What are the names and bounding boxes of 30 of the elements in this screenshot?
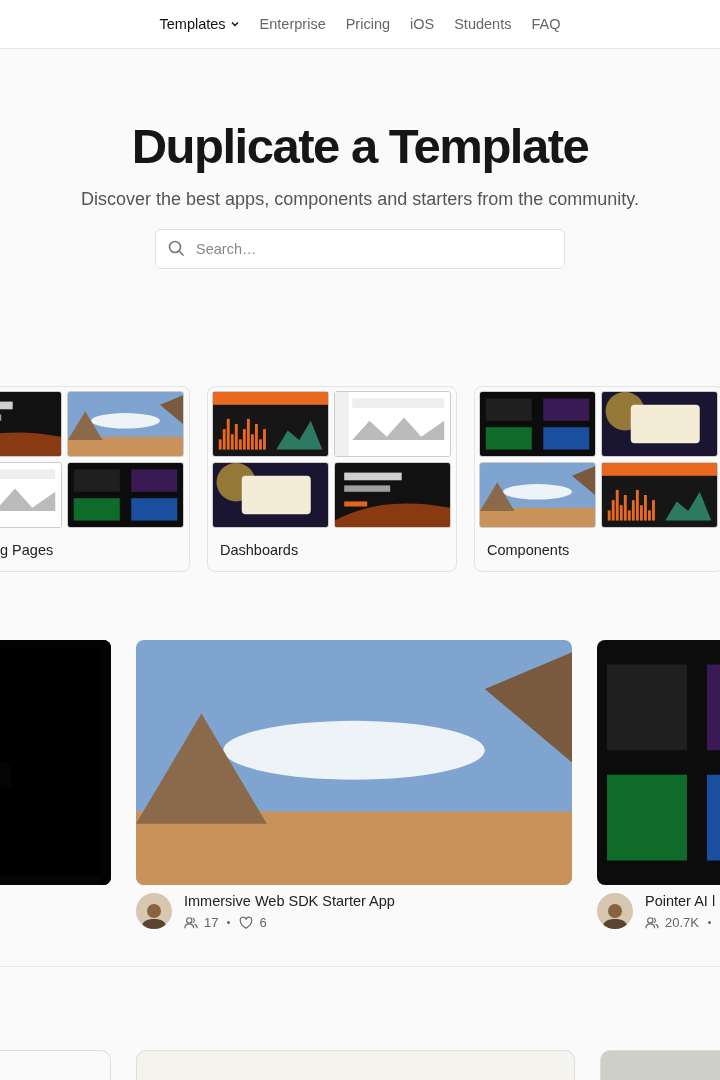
category-label: Dashboards [219,541,300,558]
category-card[interactable]: Dashboards [207,386,457,572]
nav-link[interactable]: FAQ [531,16,561,32]
separator-dot [227,921,231,924]
page-title: Duplicate a Template [131,118,589,175]
category-card[interactable]: g Pages [0,386,190,572]
heart-icon [239,915,254,930]
template-title[interactable]: Pointer AI l [645,893,716,909]
category-label: Components [486,541,571,558]
template-card[interactable]: Pointer AI l 20.7K [597,640,720,930]
category-label: g Pages [0,541,55,558]
nav-link[interactable]: Pricing [345,16,391,32]
nav-link[interactable]: iOS [410,16,435,32]
template-title[interactable]: Immersive Web SDK Starter App [184,893,395,909]
template-card[interactable]: Immersive Web SDK Starter App 17 6 [136,640,572,930]
user-count: 20.7K [665,915,699,930]
nav-link[interactable]: Enterprise [259,16,326,32]
user-count: 17 [204,915,219,930]
nav-link[interactable]: Students [454,16,512,32]
users-icon [184,915,198,930]
avatar [597,893,633,929]
separator-dot [708,921,711,924]
page-subtitle: Discover the best apps, components and starters from the community. [81,189,639,210]
like-count: 6 [259,915,267,930]
category-card[interactable]: Components [474,386,720,572]
avatar [136,893,172,929]
users-icon [645,915,659,930]
search-field[interactable]: Search… [155,229,565,269]
search-icon [168,240,185,257]
nav-link[interactable]: Templates [159,16,240,32]
